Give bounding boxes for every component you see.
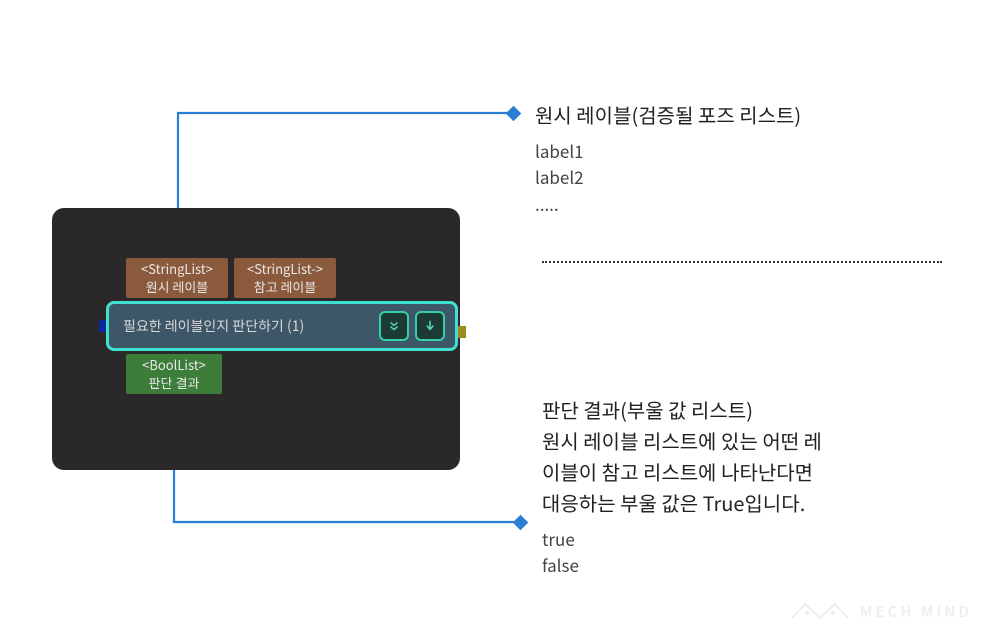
node-input-type: <StringList-> bbox=[247, 260, 323, 278]
node-title: 필요한 레이블인지 판단하기 (1) bbox=[123, 316, 373, 336]
node-output-type: <BoolList> bbox=[142, 356, 206, 374]
node-input-type: <StringList> bbox=[141, 260, 213, 278]
annotation-line: label2 bbox=[535, 164, 801, 190]
annotation-line: false bbox=[542, 552, 942, 578]
annotation-line: ..... bbox=[535, 191, 801, 217]
annotation-heading: 원시 레이블(검증될 포즈 리스트) bbox=[535, 99, 801, 130]
node-input-raw-labels[interactable]: <StringList> 원시 레이블 bbox=[126, 258, 228, 298]
annotation-raw-labels: 원시 레이블(검증될 포즈 리스트) label1 label2 ..... bbox=[535, 99, 801, 217]
arrow-down-icon bbox=[423, 319, 437, 333]
run-button[interactable] bbox=[415, 311, 445, 341]
node-output-label: 판단 결과 bbox=[149, 374, 200, 392]
node-panel: <StringList> 원시 레이블 <StringList-> 참고 레이블… bbox=[52, 208, 460, 470]
annotation-heading-line: 이블이 참고 리스트에 나타난다면 bbox=[542, 456, 942, 487]
annotation-heading-line: 판단 결과(부울 값 리스트) bbox=[542, 394, 942, 425]
node-input-ref-labels[interactable]: <StringList-> 참고 레이블 bbox=[234, 258, 336, 298]
annotation-heading-line: 대응하는 부울 값은 True입니다. bbox=[542, 487, 942, 518]
expand-button[interactable] bbox=[379, 311, 409, 341]
annotation-line: label1 bbox=[535, 138, 801, 164]
node-input-label: 원시 레이블 bbox=[146, 278, 209, 296]
section-divider bbox=[542, 261, 942, 263]
node-input-label: 참고 레이블 bbox=[254, 278, 317, 296]
annotation-line: true bbox=[542, 526, 942, 552]
chevron-down-double-icon bbox=[387, 319, 401, 333]
node-step[interactable]: 필요한 레이블인지 판단하기 (1) bbox=[106, 301, 458, 351]
annotation-result: 판단 결과(부울 값 리스트) 원시 레이블 리스트에 있는 어떤 레 이블이 … bbox=[542, 394, 942, 579]
node-output-bool-list[interactable]: <BoolList> 판단 결과 bbox=[126, 354, 222, 394]
watermark: MECH MIND bbox=[790, 598, 972, 624]
annotation-heading-line: 원시 레이블 리스트에 있는 어떤 레 bbox=[542, 425, 942, 456]
watermark-text: MECH MIND bbox=[860, 601, 972, 622]
mechmind-logo-icon bbox=[790, 598, 850, 624]
